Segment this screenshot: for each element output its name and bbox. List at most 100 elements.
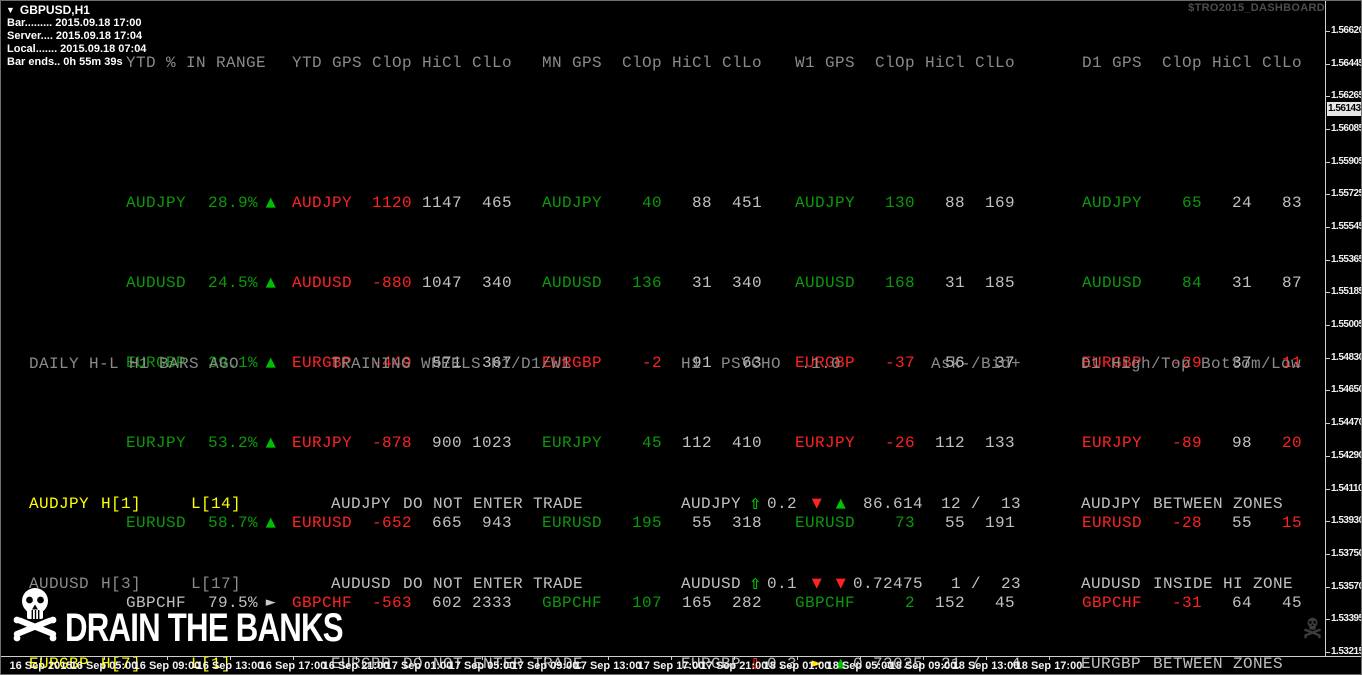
direction-arrow-icon <box>258 273 284 293</box>
zone-row: EURGBP BETWEEN ZONES <box>1072 654 1301 674</box>
psycho-row: AUDJPY 0.2 86.614 12 / 13 <box>681 494 1021 514</box>
pair-label: AUDJPY <box>29 495 90 513</box>
bid-price: 86.614 <box>862 495 923 513</box>
zone-row: AUDUSD INSIDE HI ZONE <box>1072 574 1301 594</box>
price-tick <box>1326 162 1330 163</box>
price-label: 1.55365 <box>1331 254 1362 265</box>
pair-label: AUDUSD <box>292 274 353 292</box>
clop-value: -2 <box>641 354 662 372</box>
ask-bid-count: 1 / 23 <box>940 575 1021 593</box>
price-label: 1.53750 <box>1331 548 1362 559</box>
time-axis-line <box>1 656 1361 657</box>
price-tick <box>1326 96 1330 97</box>
table-row: AUDJPY 40 88 451 <box>532 193 762 213</box>
price-label: 1.54650 <box>1331 384 1362 395</box>
time-label: 17 Sep 21:00 <box>700 660 768 672</box>
pair-label: EURGBP <box>1081 655 1142 673</box>
zone-status: INSIDE HI ZONE <box>1153 575 1294 593</box>
signal-arrow-icon <box>829 574 853 594</box>
price-tick <box>1326 554 1330 555</box>
daily-hl-title: DAILY H-L H1 BARS AGO <box>29 355 240 373</box>
cllo-value: 465 <box>481 194 512 212</box>
price-label: 1.54290 <box>1331 450 1362 461</box>
time-label: 16 Sep 13:00 <box>196 660 264 672</box>
hicl-value: 31 <box>944 274 965 292</box>
signal-arrow-icon <box>829 494 853 514</box>
table-row: AUDUSD -880 1047 340 <box>282 273 512 293</box>
pair-label: AUDJPY <box>126 194 187 212</box>
trade-advice: DO NOT ENTER TRADE <box>403 495 584 513</box>
price-tick <box>1326 456 1330 457</box>
hicl-value: 88 <box>944 194 965 212</box>
price-tick <box>1326 358 1330 359</box>
pair-label: AUDJPY <box>1081 495 1142 513</box>
pair-label: AUDJPY <box>795 194 856 212</box>
clop-value: 40 <box>641 194 662 212</box>
time-label: 17 Sep 13:00 <box>574 660 642 672</box>
time-label: 18 Sep 05:00 <box>826 660 894 672</box>
d1-zones-section: D1 High/Top Bottom/Low AUDJPY BETWEEN ZO… <box>1072 314 1301 674</box>
daily-hl-row: AUDJPY H[1] L[14] <box>22 494 241 514</box>
cllo-value: 340 <box>731 274 762 292</box>
hicl-value: 31 <box>1231 274 1252 292</box>
direction-arrow-icon <box>258 193 284 213</box>
psycho-direction-icon <box>749 574 767 594</box>
low-bars-ago: L[17] <box>191 575 242 593</box>
symbol-timeframe-title[interactable]: ▼ GBPUSD,H1 <box>6 3 90 17</box>
price-label: 1.54830 <box>1331 352 1362 363</box>
clop-value: 168 <box>884 274 915 292</box>
price-tick <box>1326 325 1330 326</box>
price-tick <box>1326 521 1330 522</box>
time-label: 16 Sep 17:00 <box>259 660 327 672</box>
price-tick <box>1326 423 1330 424</box>
pair-label: AUDJPY <box>292 194 353 212</box>
price-tick <box>1326 489 1330 490</box>
price-tick <box>1326 292 1330 293</box>
direction-arrow-icon <box>258 513 284 533</box>
direction-arrow-icon <box>258 353 284 373</box>
price-label: 1.55905 <box>1331 156 1362 167</box>
psycho-value: 0.1 <box>767 575 798 593</box>
time-label: 16 Sep 2015 <box>9 660 73 672</box>
table-title: MN GPS <box>542 54 603 72</box>
trade-advice: DO NOT ENTER TRADE <box>403 575 584 593</box>
current-price-tag: 1.56143 <box>1327 102 1361 116</box>
pair-label: AUDUSD <box>542 274 603 292</box>
pair-label: AUDJPY <box>1082 194 1143 212</box>
pair-label: AUDJPY <box>681 495 742 513</box>
price-label: 1.53395 <box>1331 613 1362 624</box>
zone-row: AUDJPY BETWEEN ZONES <box>1072 494 1301 514</box>
price-tick <box>1326 587 1330 588</box>
ask-bid-count: 12 / 13 <box>940 495 1021 513</box>
watermark-skull-icon <box>1304 617 1321 645</box>
low-bars-ago: L[14] <box>191 495 242 513</box>
price-label: 1.53215 <box>1331 646 1362 657</box>
hicl-value: 88 <box>691 194 712 212</box>
price-label: 1.56620 <box>1331 25 1362 36</box>
hicl-value: 31 <box>691 274 712 292</box>
signal-arrow-icon <box>805 494 829 514</box>
pair-label: AUDJPY <box>331 495 392 513</box>
clop-value: 84 <box>1181 274 1202 292</box>
time-label: 18 Sep 01:00 <box>763 660 831 672</box>
price-label: 1.56445 <box>1331 58 1362 69</box>
price-label: 1.55545 <box>1331 221 1362 232</box>
training-wheels-row: AUDUSD DO NOT ENTER TRADE <box>323 574 583 594</box>
cllo-value: 185 <box>984 274 1015 292</box>
price-tick <box>1326 129 1330 130</box>
price-tick <box>1326 31 1330 32</box>
psycho-section: H1 PSYCHO .1.0 Ask-/Bid+ AUDJPY 0.2 86.61… <box>681 314 1021 674</box>
time-label: 17 Sep 09:00 <box>511 660 579 672</box>
table-title: YTD GPS <box>292 54 363 72</box>
time-label: 18 Sep 09:00 <box>889 660 957 672</box>
clop-value: 130 <box>884 194 915 212</box>
pct-value: 28.9% <box>207 194 258 212</box>
pair-label: AUDUSD <box>1081 575 1142 593</box>
time-label: 16 Sep 21:00 <box>322 660 390 672</box>
price-tick <box>1326 260 1330 261</box>
chart-window: ▼ GBPUSD,H1 Bar......... 2015.09.18 17:00… <box>0 0 1362 675</box>
pair-label: AUDJPY <box>542 194 603 212</box>
slogan-text: DRAIN THE BANKS <box>65 606 344 650</box>
ytd-range-row: AUDJPY 28.9% <box>117 193 284 213</box>
price-tick <box>1326 652 1330 653</box>
